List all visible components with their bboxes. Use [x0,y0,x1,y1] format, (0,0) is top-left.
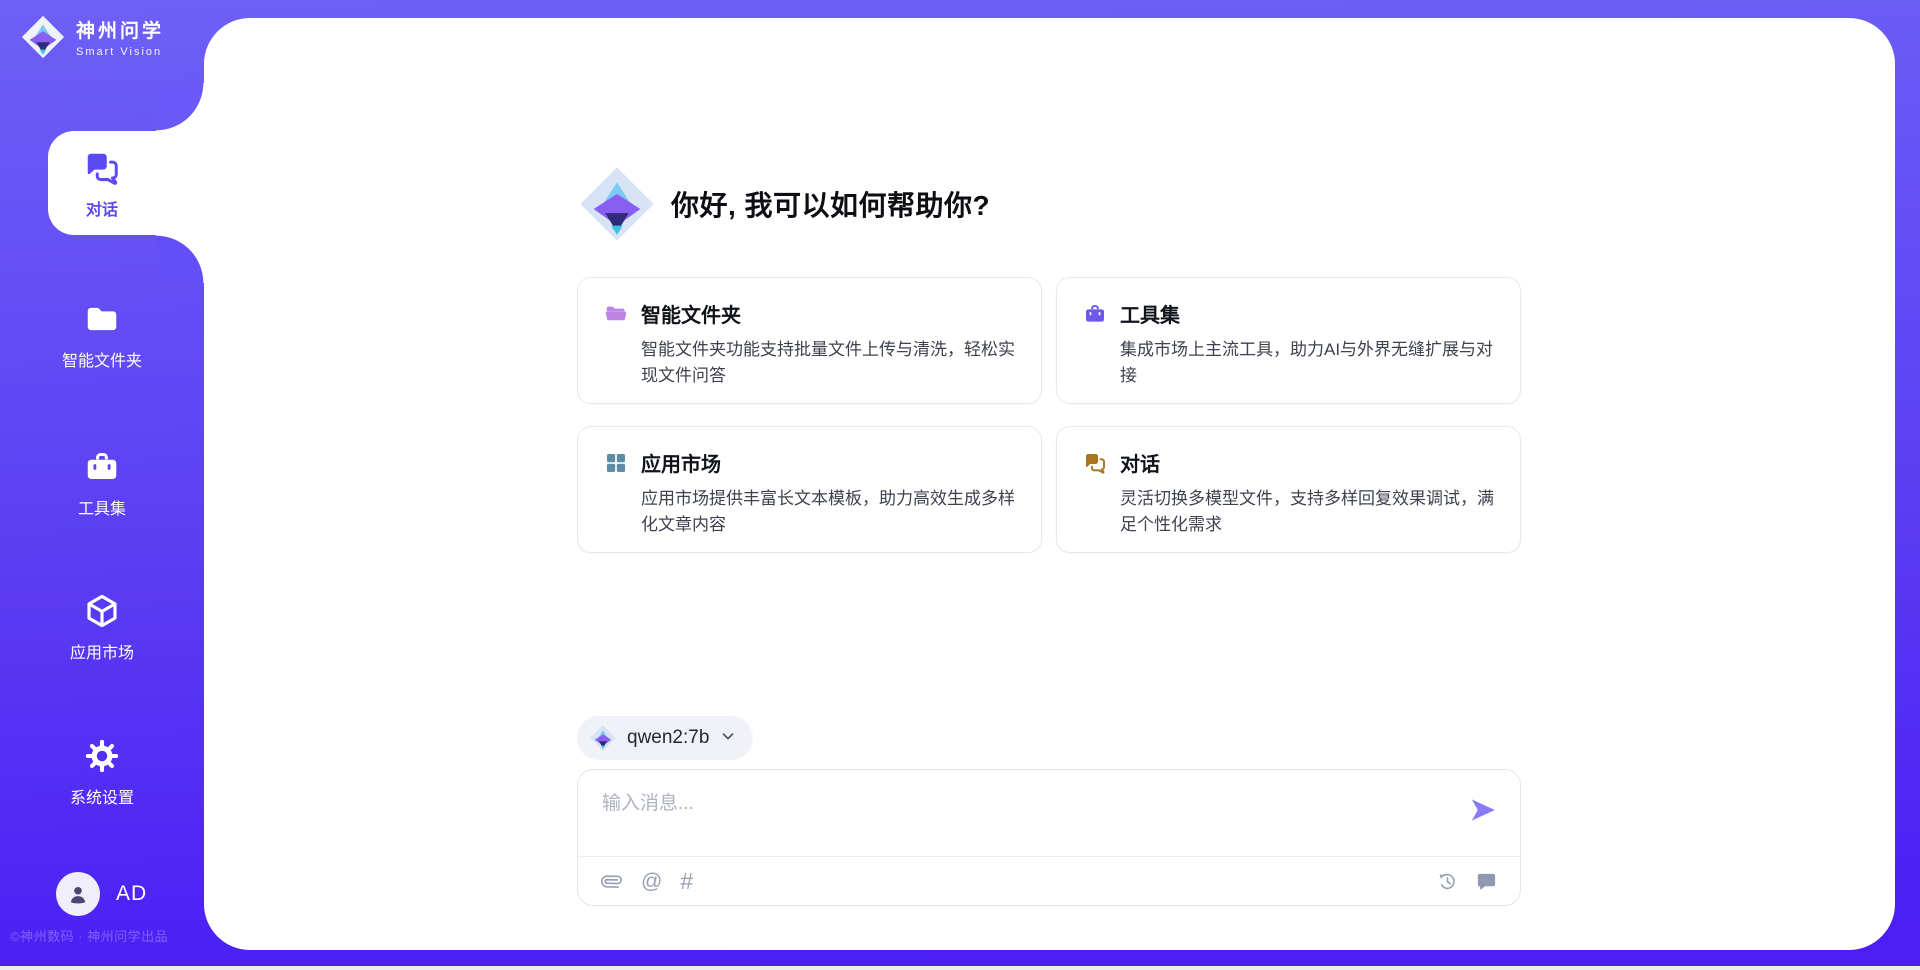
user-account[interactable]: AD [56,872,147,916]
card-title: 工具集 [1120,299,1180,328]
sidebar: 神州问学 Smart Vision 对话 智能文件夹 [0,0,204,970]
cube-icon [83,592,121,630]
attachment-icon[interactable] [600,870,623,893]
card-chat[interactable]: 对话 灵活切换多模型文件，支持多样回复效果调试，满足个性化需求 [1056,426,1521,553]
gear-icon [83,737,121,775]
greeting-text: 你好, 我可以如何帮助你? [671,184,990,224]
tab-fillet-bottom [156,235,204,283]
sidebar-item-settings[interactable]: 系统设置 [0,737,204,808]
chevron-down-icon [719,727,737,750]
message-input[interactable] [602,788,1442,846]
card-toolbox[interactable]: 工具集 集成市场上主流工具，助力AI与外界无缝扩展与对接 [1056,277,1521,404]
feature-cards: 智能文件夹 智能文件夹功能支持批量文件上传与清洗，轻松实现文件问答 工具集 集成… [577,277,1521,553]
card-description: 应用市场提供丰富长文本模板，助力高效生成多样化文章内容 [641,486,1025,537]
assistant-logo-icon [577,164,657,244]
avatar [56,872,100,916]
brand-subtitle: Smart Vision [76,46,164,58]
send-icon [1468,795,1498,825]
folder-icon [83,300,121,338]
message-composer: @ # [577,769,1521,906]
sidebar-item-label: 应用市场 [70,639,134,663]
model-name: qwen2:7b [627,727,709,749]
feedback-message-icon[interactable] [1475,870,1498,893]
chat-icon [83,149,121,187]
toolbox-icon [83,448,121,486]
model-selector[interactable]: qwen2:7b [577,716,753,760]
tab-fillet-top [156,83,204,131]
main-panel: 你好, 我可以如何帮助你? 智能文件夹 智能文件夹功能支持批量文件上传与清洗，轻… [204,18,1895,950]
card-description: 集成市场上主流工具，助力AI与外界无缝扩展与对接 [1120,337,1504,388]
sidebar-item-label: 智能文件夹 [62,347,142,371]
hashtag-icon[interactable]: # [680,870,693,893]
card-app-market[interactable]: 应用市场 应用市场提供丰富长文本模板，助力高效生成多样化文章内容 [577,426,1042,553]
brand-logo-icon [20,14,66,65]
brand: 神州问学 Smart Vision [20,14,164,65]
card-title: 对话 [1120,448,1160,477]
user-name: AD [116,882,147,906]
app-grid-icon [604,451,628,475]
history-icon[interactable] [1436,870,1459,893]
composer-toolbar: @ # [600,857,1498,906]
toolbox-icon [1083,302,1107,326]
folder-open-icon [604,302,628,326]
greeting: 你好, 我可以如何帮助你? [577,164,990,244]
card-title: 应用市场 [641,448,721,477]
card-smart-folder[interactable]: 智能文件夹 智能文件夹功能支持批量文件上传与清洗，轻松实现文件问答 [577,277,1042,404]
card-title: 智能文件夹 [641,299,741,328]
brand-title: 神州问学 [76,21,164,44]
sidebar-item-toolbox[interactable]: 工具集 [0,448,204,519]
model-logo-icon [589,724,617,752]
send-button[interactable] [1468,795,1498,825]
sidebar-item-chat[interactable]: 对话 [0,149,204,220]
chat-icon [1083,451,1107,475]
mention-icon[interactable]: @ [641,871,662,892]
sidebar-item-label: 系统设置 [70,784,134,808]
copyright-footer: ©神州数码 · 神州问学出品 [10,926,230,945]
sidebar-item-label: 工具集 [78,495,126,519]
sidebar-item-smart-folder[interactable]: 智能文件夹 [0,300,204,371]
sidebar-item-app-market[interactable]: 应用市场 [0,592,204,663]
window-bottom-edge [0,966,1920,970]
card-description: 智能文件夹功能支持批量文件上传与清洗，轻松实现文件问答 [641,337,1025,388]
sidebar-item-label: 对话 [86,196,118,220]
card-description: 灵活切换多模型文件，支持多样回复效果调试，满足个性化需求 [1120,486,1504,537]
